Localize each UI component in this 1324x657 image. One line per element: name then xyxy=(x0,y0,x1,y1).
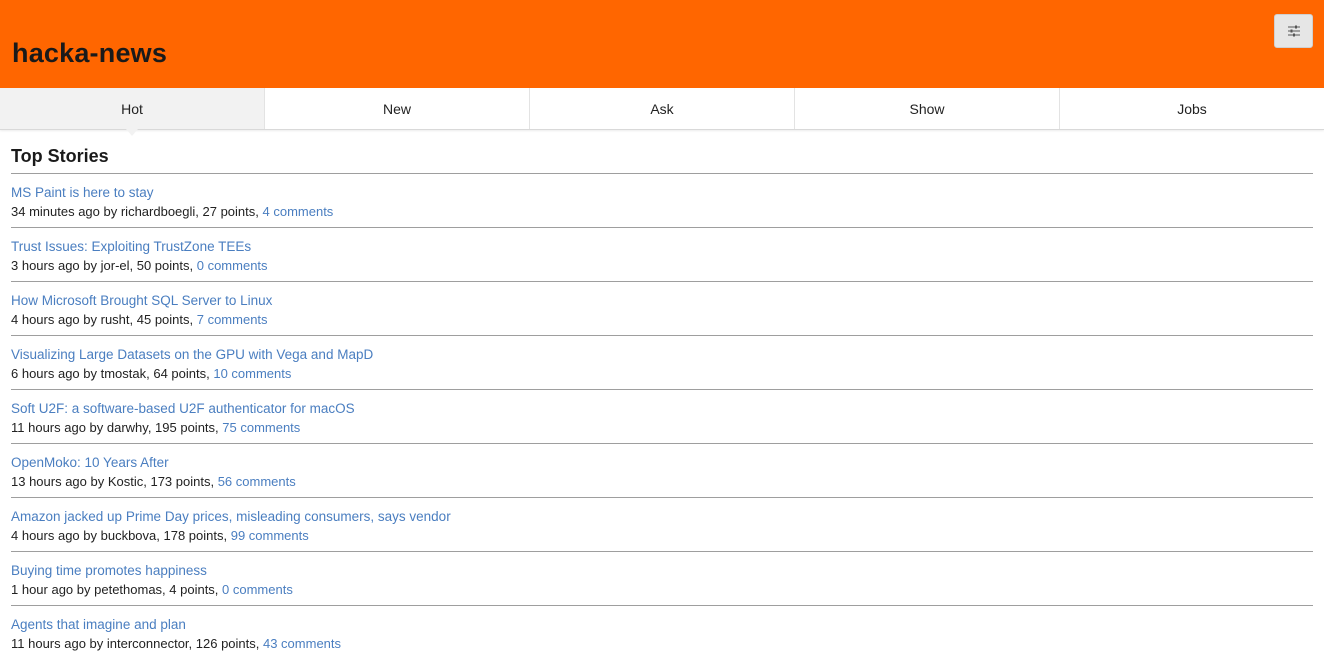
story-item: Visualizing Large Datasets on the GPU wi… xyxy=(11,336,1313,390)
story-meta: 34 minutes ago by richardboegli, 27 poin… xyxy=(11,202,1313,221)
story-meta: 11 hours ago by darwhy, 195 points, 75 c… xyxy=(11,418,1313,437)
story-meta: 3 hours ago by jor-el, 50 points, 0 comm… xyxy=(11,256,1313,275)
story-title-link[interactable]: Trust Issues: Exploiting TrustZone TEEs xyxy=(11,237,1313,256)
tab-label: Hot xyxy=(121,100,143,117)
story-meta-text: 4 hours ago by buckbova, 178 points, xyxy=(11,528,231,543)
tab-label: Jobs xyxy=(1177,100,1207,117)
story-meta-text: 4 hours ago by rusht, 45 points, xyxy=(11,312,197,327)
story-comments-link[interactable]: 10 comments xyxy=(213,366,291,381)
story-meta: 1 hour ago by petethomas, 4 points, 0 co… xyxy=(11,580,1313,599)
story-meta-text: 6 hours ago by tmostak, 64 points, xyxy=(11,366,214,381)
tab-label: Show xyxy=(909,100,945,117)
section-title: Top Stories xyxy=(11,145,1313,174)
sliders-icon xyxy=(1287,25,1301,37)
story-list: MS Paint is here to stay 34 minutes ago … xyxy=(11,174,1313,657)
story-comments-link[interactable]: 75 comments xyxy=(222,420,300,435)
story-title-link[interactable]: Amazon jacked up Prime Day prices, misle… xyxy=(11,507,1313,526)
story-item: MS Paint is here to stay 34 minutes ago … xyxy=(11,174,1313,228)
story-title-link[interactable]: OpenMoko: 10 Years After xyxy=(11,453,1313,472)
tab-label: Ask xyxy=(650,100,674,117)
story-meta-text: 34 minutes ago by richardboegli, 27 poin… xyxy=(11,204,263,219)
story-title-link[interactable]: MS Paint is here to stay xyxy=(11,183,1313,202)
story-meta: 6 hours ago by tmostak, 64 points, 10 co… xyxy=(11,364,1313,383)
tab-jobs[interactable]: Jobs xyxy=(1060,88,1324,129)
story-item: How Microsoft Brought SQL Server to Linu… xyxy=(11,282,1313,336)
story-comments-link[interactable]: 0 comments xyxy=(222,582,293,597)
story-meta: 4 hours ago by rusht, 45 points, 7 comme… xyxy=(11,310,1313,329)
story-comments-link[interactable]: 56 comments xyxy=(218,474,296,489)
story-meta-text: 11 hours ago by darwhy, 195 points, xyxy=(11,420,223,435)
story-comments-link[interactable]: 99 comments xyxy=(231,528,309,543)
story-item: OpenMoko: 10 Years After 13 hours ago by… xyxy=(11,444,1313,498)
tab-hot[interactable]: Hot xyxy=(0,88,265,136)
story-meta-text: 11 hours ago by interconnector, 126 poin… xyxy=(11,636,263,651)
settings-button[interactable] xyxy=(1274,14,1313,48)
story-meta: 4 hours ago by buckbova, 178 points, 99 … xyxy=(11,526,1313,545)
story-meta: 13 hours ago by Kostic, 173 points, 56 c… xyxy=(11,472,1313,491)
app-title: hacka-news xyxy=(12,38,168,68)
story-meta-text: 1 hour ago by petethomas, 4 points, xyxy=(11,582,223,597)
story-comments-link[interactable]: 4 comments xyxy=(263,204,334,219)
tab-new[interactable]: New xyxy=(265,88,530,129)
story-item: Trust Issues: Exploiting TrustZone TEEs … xyxy=(11,228,1313,282)
story-item: Buying time promotes happiness 1 hour ag… xyxy=(11,552,1313,606)
story-title-link[interactable]: Agents that imagine and plan xyxy=(11,615,1313,634)
main-content: Top Stories MS Paint is here to stay 34 … xyxy=(0,145,1324,657)
story-comments-link[interactable]: 43 comments xyxy=(263,636,341,651)
tab-label: New xyxy=(382,100,411,117)
story-meta: 11 hours ago by interconnector, 126 poin… xyxy=(11,634,1313,653)
story-item: Soft U2F: a software-based U2F authentic… xyxy=(11,390,1313,444)
story-title-link[interactable]: Soft U2F: a software-based U2F authentic… xyxy=(11,399,1313,418)
story-title-link[interactable]: How Microsoft Brought SQL Server to Linu… xyxy=(11,291,1313,310)
story-title-link[interactable]: Visualizing Large Datasets on the GPU wi… xyxy=(11,345,1313,364)
story-item: Amazon jacked up Prime Day prices, misle… xyxy=(11,498,1313,552)
tab-ask[interactable]: Ask xyxy=(530,88,795,129)
story-comments-link[interactable]: 7 comments xyxy=(197,312,268,327)
story-comments-link[interactable]: 0 comments xyxy=(197,258,268,273)
feed-tabs: Hot New Ask Show Jobs xyxy=(0,88,1324,136)
tab-show[interactable]: Show xyxy=(795,88,1060,129)
story-meta-text: 13 hours ago by Kostic, 173 points, xyxy=(11,474,218,489)
app-header: hacka-news xyxy=(0,0,1324,88)
story-title-link[interactable]: Buying time promotes happiness xyxy=(11,561,1313,580)
story-item: Agents that imagine and plan 11 hours ag… xyxy=(11,606,1313,657)
story-meta-text: 3 hours ago by jor-el, 50 points, xyxy=(11,258,197,273)
